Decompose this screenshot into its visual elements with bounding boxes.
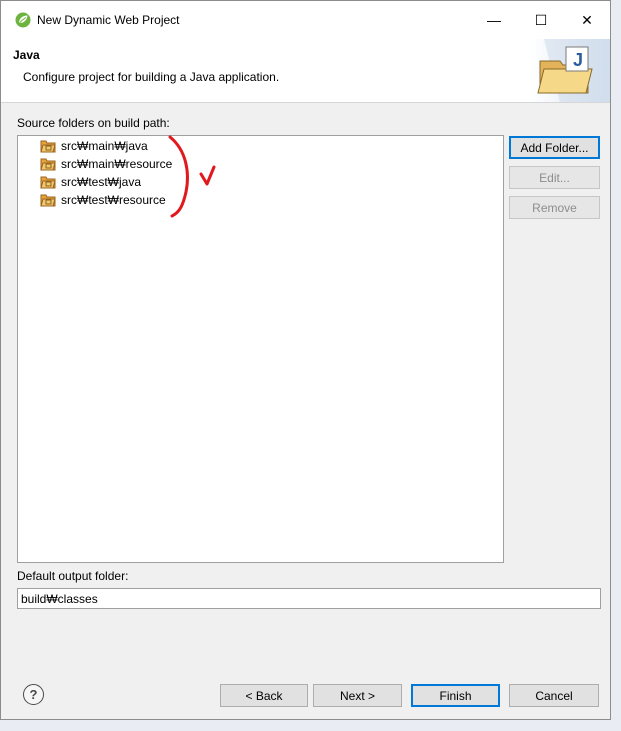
spring-leaf-icon — [15, 12, 31, 28]
list-item[interactable]: src₩main₩java — [40, 137, 148, 155]
source-folder-label: src₩main₩resource — [61, 157, 173, 171]
new-dynamic-web-project-dialog: New Dynamic Web Project — ☐ ✕ Java Confi… — [0, 0, 611, 720]
source-folder-label: src₩test₩java — [61, 175, 142, 189]
add-folder-button[interactable]: Add Folder... — [509, 136, 600, 159]
package-folder-icon — [40, 140, 56, 153]
help-button[interactable]: ? — [23, 684, 44, 705]
edit-button[interactable]: Edit... — [509, 166, 600, 189]
source-folder-label: src₩test₩resource — [61, 193, 166, 207]
next-button[interactable]: Next > — [313, 684, 402, 707]
title-bar: New Dynamic Web Project — ☐ ✕ — [1, 1, 610, 39]
help-icon: ? — [29, 687, 38, 702]
output-folder-label: Default output folder: — [17, 569, 129, 583]
java-folder-wizard-icon: J — [530, 39, 610, 102]
package-folder-icon — [40, 194, 56, 207]
source-folders-label: Source folders on build path: — [17, 116, 170, 130]
minimize-button[interactable]: — — [471, 5, 517, 35]
page-title: Java — [13, 48, 40, 62]
close-button[interactable]: ✕ — [564, 5, 610, 35]
wizard-banner: Java Configure project for building a Ja… — [1, 39, 610, 103]
maximize-button[interactable]: ☐ — [518, 5, 564, 35]
back-button[interactable]: < Back — [220, 684, 308, 707]
window-title: New Dynamic Web Project — [37, 13, 180, 27]
remove-button[interactable]: Remove — [509, 196, 600, 219]
cancel-button[interactable]: Cancel — [509, 684, 599, 707]
close-icon: ✕ — [581, 11, 593, 28]
maximize-icon: ☐ — [534, 11, 548, 28]
page-description: Configure project for building a Java ap… — [23, 70, 279, 84]
package-folder-icon — [40, 176, 56, 189]
list-item[interactable]: src₩test₩resource — [40, 191, 166, 209]
package-folder-icon — [40, 158, 56, 171]
list-item[interactable]: src₩main₩resource — [40, 155, 172, 173]
source-folder-label: src₩main₩java — [61, 139, 148, 153]
source-folders-list[interactable]: src₩main₩java src₩main₩resource src₩test… — [17, 135, 504, 563]
svg-text:J: J — [573, 50, 583, 70]
page-description-text: Configure project for building a Java ap… — [23, 70, 280, 84]
finish-button[interactable]: Finish — [411, 684, 500, 707]
minimize-icon: — — [487, 12, 501, 28]
output-folder-input[interactable] — [17, 588, 601, 609]
list-item[interactable]: src₩test₩java — [40, 173, 141, 191]
